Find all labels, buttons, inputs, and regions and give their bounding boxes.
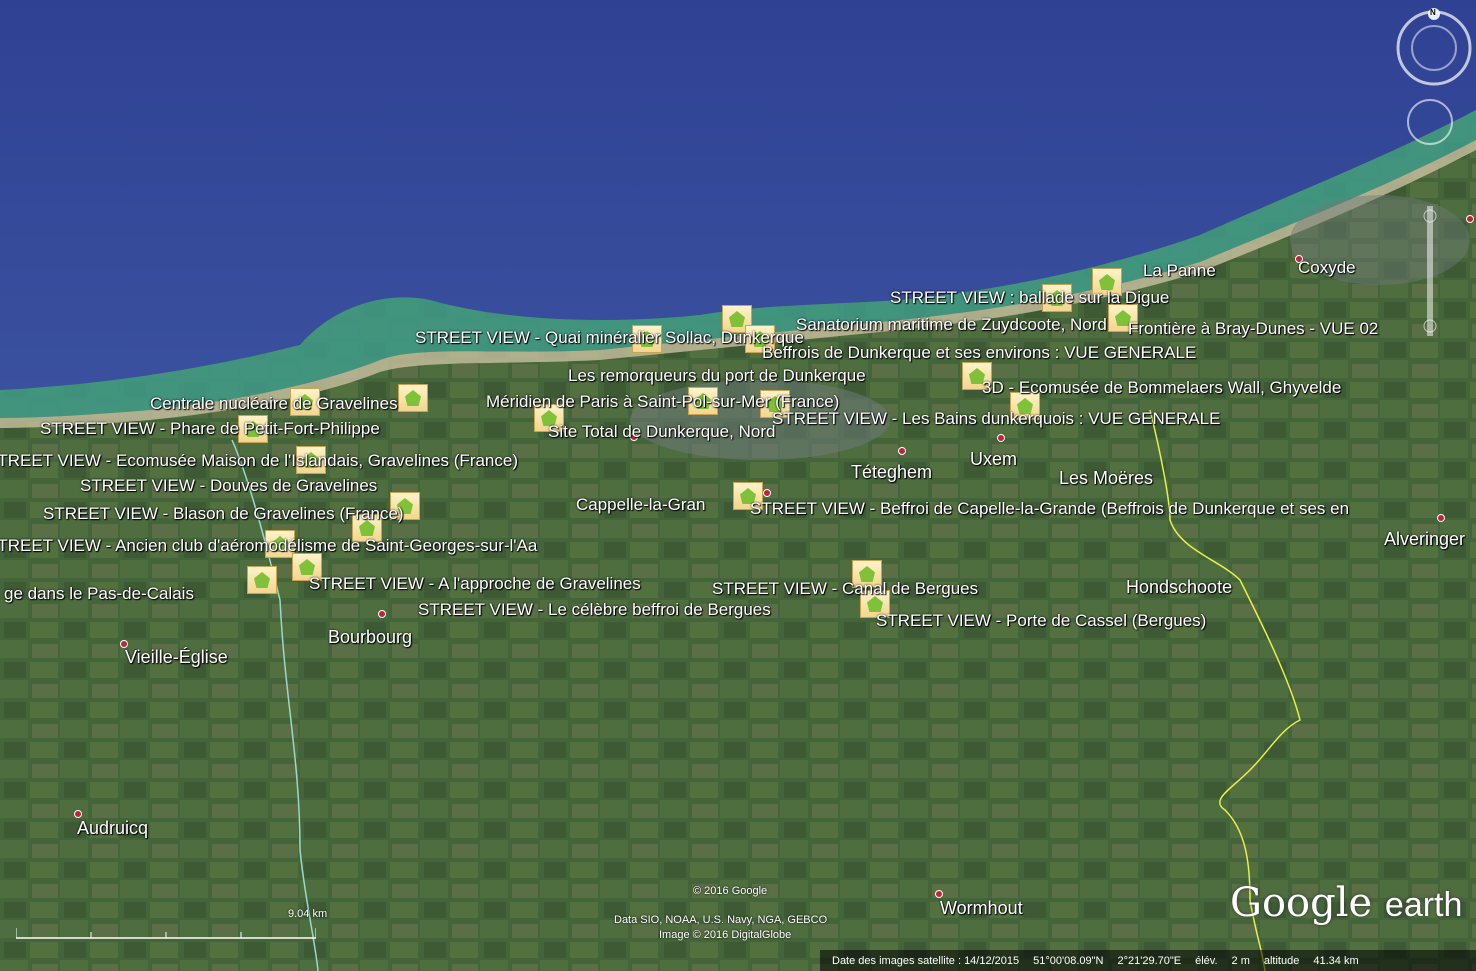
copyright-text: © 2016 Google bbox=[693, 885, 768, 897]
town-label: Cappelle-la-Gran bbox=[576, 495, 706, 514]
placemark[interactable] bbox=[247, 566, 277, 594]
google-earth-logo: Google earth bbox=[1230, 880, 1462, 926]
town-dot bbox=[1437, 514, 1445, 522]
data-credits: Data SIO, NOAA, U.S. Navy, NGA, GEBCO bbox=[614, 914, 828, 926]
placemark-label[interactable]: STREET VIEW - A l'approche de Gravelines bbox=[309, 575, 641, 592]
town-label: La Panne bbox=[1143, 261, 1216, 280]
placemark-label[interactable]: 3D - Ecomusée de Bommelaers Wall, Ghyvel… bbox=[982, 379, 1341, 396]
town-dot bbox=[997, 434, 1005, 442]
logo-google: Google bbox=[1230, 880, 1373, 926]
town-label: Bourbourg bbox=[328, 627, 413, 647]
placemark-label[interactable]: STREET VIEW - Porte de Cassel (Bergues) bbox=[876, 612, 1206, 629]
placemark-label[interactable]: STREET VIEW - Douves de Gravelines bbox=[80, 477, 377, 494]
compass-north-letter: N bbox=[1430, 8, 1436, 17]
town-label: Alveringer bbox=[1384, 529, 1466, 549]
town-label: Uxem bbox=[970, 449, 1018, 469]
town-label: Wormhout bbox=[940, 898, 1023, 918]
placemark-label[interactable]: STREET VIEW - Ecomusée Maison de l'Islan… bbox=[0, 452, 518, 469]
imagery-date: Date des images satellite : 14/12/2015 bbox=[832, 954, 1020, 967]
scale-label: 9.04 km bbox=[288, 908, 328, 920]
town-dot bbox=[898, 447, 906, 455]
placemark-label[interactable]: Les remorqueurs du port de Dunkerque bbox=[568, 367, 866, 384]
scale-bar bbox=[15, 922, 317, 940]
longitude: 2°21'29.70"E bbox=[1117, 954, 1182, 967]
elevation: 2 m bbox=[1231, 954, 1250, 967]
placemark-label[interactable]: Méridien de Paris à Saint-Pol-sur-Mer (F… bbox=[486, 393, 839, 410]
navigation-controls[interactable] bbox=[1392, 6, 1472, 356]
placemark-label[interactable]: STREET VIEW - Quai minéralier Sollac, Du… bbox=[415, 329, 804, 346]
placemark-label[interactable]: STREET VIEW - Les Bains dunkerquois : VU… bbox=[772, 410, 1220, 427]
placemark-label[interactable]: STREET VIEW : ballade sur la Digue bbox=[890, 289, 1169, 306]
town-dot bbox=[378, 610, 386, 618]
town-label: Les Moëres bbox=[1059, 468, 1154, 488]
altitude: 41.34 km bbox=[1313, 954, 1359, 967]
placemark-label[interactable]: STREET VIEW - Ancien club d'aéromodélism… bbox=[0, 537, 537, 554]
placemark-label[interactable]: STREET VIEW - Phare de Petit-Fort-Philip… bbox=[40, 420, 380, 437]
placemark-label[interactable]: STREET VIEW - Blason de Gravelines (Fran… bbox=[43, 505, 404, 522]
placemark-label[interactable]: ge dans le Pas-de-Calais bbox=[4, 585, 194, 602]
placemark[interactable] bbox=[398, 384, 428, 412]
placemark-label[interactable]: Beffrois de Dunkerque et ses environs : … bbox=[762, 344, 1196, 361]
town-label: Coxyde bbox=[1298, 258, 1356, 277]
town-dot bbox=[935, 890, 943, 898]
placemark-label[interactable]: Frontière à Bray-Dunes - VUE 02 bbox=[1128, 320, 1378, 337]
placemark-label[interactable]: Sanatorium maritime de Zuydcoote, Nord bbox=[796, 316, 1107, 333]
town-label: Téteghem bbox=[851, 462, 933, 482]
image-credits: Image © 2016 DigitalGlobe bbox=[659, 929, 792, 941]
logo-earth: earth bbox=[1384, 886, 1463, 924]
placemark-label[interactable]: STREET VIEW - Canal de Bergues bbox=[712, 580, 978, 597]
elevation-label: élév. bbox=[1195, 954, 1218, 967]
placemark-label[interactable]: STREET VIEW - Le célèbre beffroi de Berg… bbox=[418, 601, 771, 618]
town-dot bbox=[74, 810, 82, 818]
placemark-label[interactable]: Site Total de Dunkerque, Nord bbox=[548, 423, 775, 440]
latitude: 51°00'08.09"N bbox=[1033, 954, 1104, 967]
town-label: Hondschoote bbox=[1126, 577, 1233, 597]
town-label: Audruicq bbox=[77, 818, 149, 838]
altitude-label: altitude bbox=[1263, 954, 1300, 967]
town-dot bbox=[763, 489, 771, 497]
placemark-label[interactable]: Centrale nucléaire de Gravelines bbox=[150, 395, 398, 412]
status-bar: Date des images satellite : 14/12/2015 5… bbox=[820, 950, 1476, 971]
placemark-label[interactable]: STREET VIEW - Beffroi de Capelle-la-Gran… bbox=[750, 500, 1349, 517]
town-label: Vieille-Église bbox=[125, 647, 228, 667]
